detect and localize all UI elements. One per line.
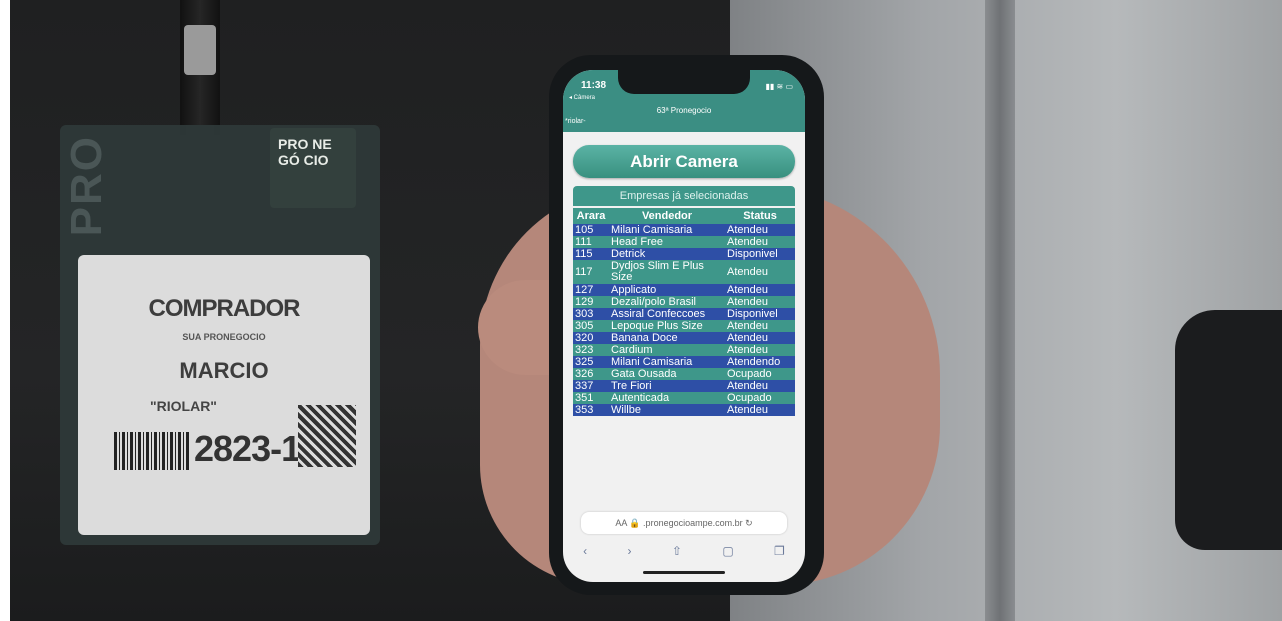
table-row[interactable]: 305 Lepoque Plus Size Atendeu (573, 320, 795, 332)
arara-cell: 115 (573, 248, 609, 260)
arara-cell: 323 (573, 344, 609, 356)
signal-wifi-battery-icon: ▮▮ ≋ ▭ (765, 82, 793, 91)
back-icon[interactable]: ‹ (583, 544, 587, 558)
status-time: 11:38 (581, 80, 607, 91)
arara-cell: 337 (573, 380, 609, 392)
chair (1175, 310, 1282, 550)
browser-toolbar: ‹ › ⇧ ▢ ❐ (563, 540, 805, 562)
status-cell: Atendeu (725, 332, 795, 344)
open-camera-button[interactable]: Abrir Camera (573, 145, 795, 178)
vendedor-cell: Assiral Confeccoes (609, 308, 725, 320)
table-row[interactable]: 127 Applicato Atendeu (573, 284, 795, 296)
arara-cell: 111 (573, 236, 609, 248)
arara-cell: 320 (573, 332, 609, 344)
arara-cell: 303 (573, 308, 609, 320)
vendedor-cell: Gata Ousada (609, 368, 725, 380)
status-cell: Atendeu (725, 260, 795, 284)
table-row[interactable]: 325 Milani Camisaria Atendendo (573, 356, 795, 368)
vendedor-cell: Applicato (609, 284, 725, 296)
status-cell: Atendeu (725, 404, 795, 416)
badge-code: 2823-1 (194, 428, 301, 469)
table-row[interactable]: 105 Milani Camisaria Atendeu (573, 224, 795, 236)
arara-cell: 127 (573, 284, 609, 296)
table-row[interactable]: 111 Head Free Atendeu (573, 236, 795, 248)
badge-side-text: PRO (62, 135, 111, 237)
arara-cell: 353 (573, 404, 609, 416)
status-cell: Atendeu (725, 320, 795, 332)
table-row[interactable]: 320 Banana Doce Atendeu (573, 332, 795, 344)
arara-cell: 325 (573, 356, 609, 368)
badge-logo: PRO NE GÓ CIO (270, 128, 356, 208)
status-cell: Atendeu (725, 284, 795, 296)
badge-clip (184, 25, 216, 75)
image-border (0, 0, 10, 621)
address-bar[interactable]: AA 🔒 .pronegocioampe.com.br ↻ (581, 512, 787, 534)
page-title: 63ª Pronegocio (656, 106, 712, 115)
vendedor-cell: Tre Fiori (609, 380, 725, 392)
arara-cell: 326 (573, 368, 609, 380)
table-title: Empresas já selecionadas (573, 186, 795, 206)
phone-notch (618, 70, 750, 94)
arara-cell: 351 (573, 392, 609, 404)
bookmarks-icon[interactable]: ▢ (722, 544, 733, 558)
vendedor-cell: Head Free (609, 236, 725, 248)
phone-screen: 11:38 ◂ Câmera ▮▮ ≋ ▭ 63ª Pronegocio *ri… (563, 70, 805, 582)
column-header: Arara (573, 208, 609, 224)
vendedor-cell: Dezali/polo Brasil (609, 296, 725, 308)
user-tag: *riolar- (565, 118, 586, 125)
table-row[interactable]: 303 Assiral Confeccoes Disponivel (573, 308, 795, 320)
arara-cell: 129 (573, 296, 609, 308)
table-row[interactable]: 129 Dezali/polo Brasil Atendeu (573, 296, 795, 308)
table-row[interactable]: 326 Gata Ousada Ocupado (573, 368, 795, 380)
arara-cell: 105 (573, 224, 609, 236)
back-link[interactable]: ◂ Câmera (569, 94, 595, 101)
barcode (114, 432, 190, 470)
vendedor-cell: Autenticada (609, 392, 725, 404)
vendedor-cell: Banana Doce (609, 332, 725, 344)
table-row[interactable]: 323 Cardium Atendeu (573, 344, 795, 356)
column-header: Vendedor (609, 208, 725, 224)
photo-scene: PRO PRO NE GÓ CIO COMPRADOR SUA PRONEGOC… (0, 0, 1282, 621)
badge-role: COMPRADOR (148, 295, 301, 322)
arara-cell: 117 (573, 260, 609, 284)
tabs-icon[interactable]: ❐ (774, 544, 785, 558)
table-row[interactable]: 115 Detrick Disponivel (573, 248, 795, 260)
status-cell: Atendeu (725, 224, 795, 236)
status-cell: Disponivel (725, 248, 795, 260)
status-cell: Atendeu (725, 296, 795, 308)
companies-table: Arara Vendedor Status 105 Milani Camisari… (573, 208, 795, 416)
table-row[interactable]: 353 Willbe Atendeu (573, 404, 795, 416)
table-row[interactable]: 117 Dydjos Slim E Plus Size Atendeu (573, 260, 795, 284)
vendedor-cell: Cardium (609, 344, 725, 356)
status-cell: Ocupado (725, 368, 795, 380)
status-cell: Atendeu (725, 344, 795, 356)
badge-company: "RIOLAR" (150, 398, 217, 414)
status-cell: Atendeu (725, 236, 795, 248)
badge-event-line: SUA PRONEGOCIO (182, 332, 266, 342)
vendedor-cell: Lepoque Plus Size (609, 320, 725, 332)
table-row[interactable]: 337 Tre Fiori Atendeu (573, 380, 795, 392)
share-icon[interactable]: ⇧ (672, 544, 682, 558)
status-cell: Atendeu (725, 380, 795, 392)
vendedor-cell: Milani Camisaria (609, 356, 725, 368)
vendedor-cell: Detrick (609, 248, 725, 260)
wall-seam (985, 0, 1015, 621)
app-header: 11:38 ◂ Câmera ▮▮ ≋ ▭ 63ª Pronegocio *ri… (563, 70, 805, 132)
status-cell: Ocupado (725, 392, 795, 404)
column-header: Status (725, 208, 795, 224)
status-cell: Disponivel (725, 308, 795, 320)
vendedor-cell: Milani Camisaria (609, 224, 725, 236)
arara-cell: 305 (573, 320, 609, 332)
home-indicator (643, 571, 725, 574)
vendedor-cell: Dydjos Slim E Plus Size (609, 260, 725, 284)
forward-icon[interactable]: › (628, 544, 632, 558)
table-header-row: Arara Vendedor Status (573, 208, 795, 224)
table-row[interactable]: 351 Autenticada Ocupado (573, 392, 795, 404)
status-cell: Atendendo (725, 356, 795, 368)
badge-name: MARCIO (179, 358, 269, 383)
qr-code (298, 405, 356, 467)
vendedor-cell: Willbe (609, 404, 725, 416)
